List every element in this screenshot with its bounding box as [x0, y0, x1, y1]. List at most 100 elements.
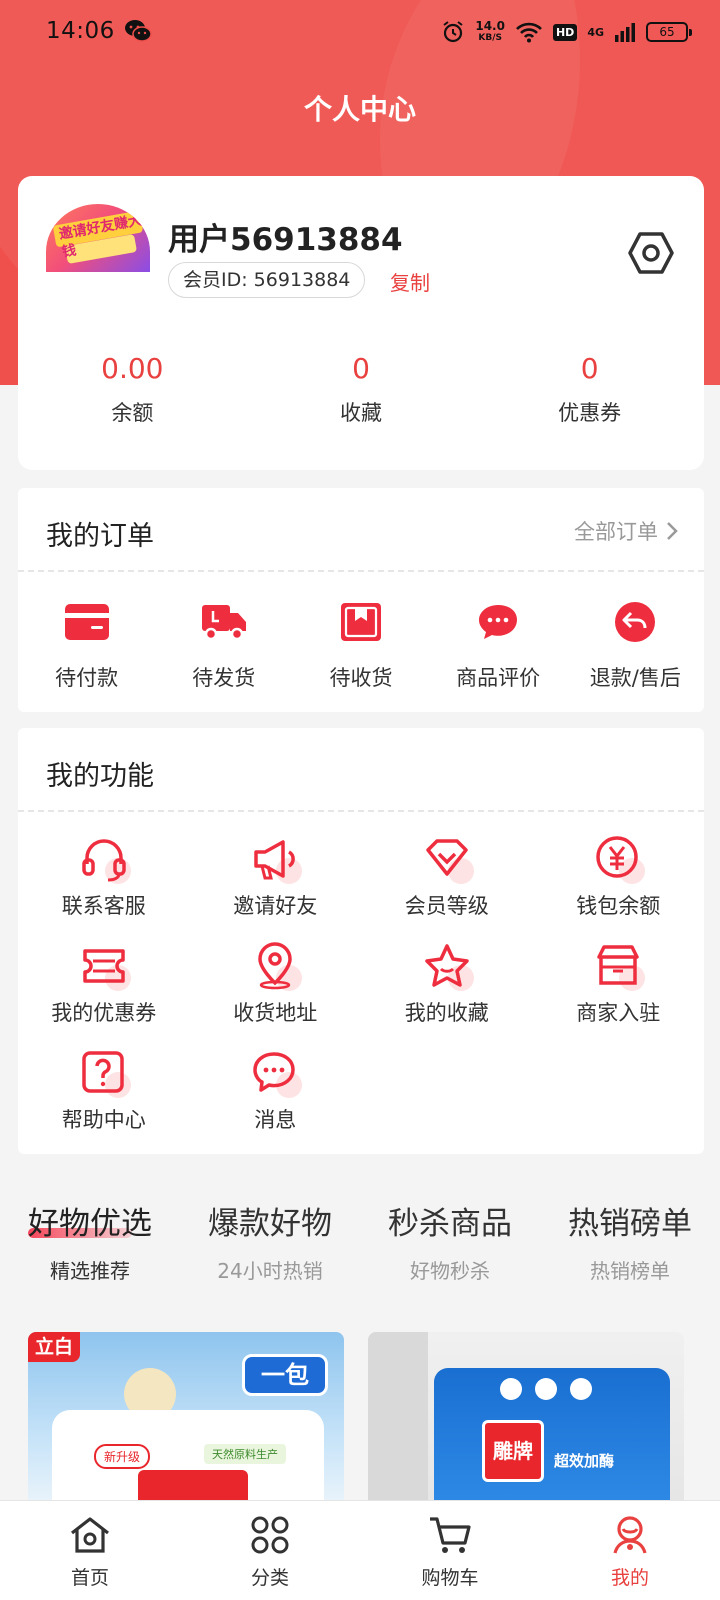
headset-icon [82, 839, 126, 882]
function-label: 商家入驻 [576, 1001, 661, 1025]
func-merchant-join[interactable]: 商家入驻 [533, 941, 705, 1048]
tab-flash-sale[interactable]: 秒杀商品 好物秒杀 [388, 1198, 512, 1284]
chevron-right-icon [667, 522, 678, 540]
status-bar: 14:06 14.0 KB/S HD 4G 65 [0, 0, 720, 64]
tab-title: 好物优选 [28, 1206, 152, 1242]
func-customer-service[interactable]: 联系客服 [18, 834, 190, 941]
home-icon [71, 1517, 109, 1553]
func-shipping-address[interactable]: 收货地址 [190, 941, 362, 1048]
product-tag: 超效加酶 [554, 1452, 615, 1470]
tab-bestsellers[interactable]: 热销磅单 热销榜单 [568, 1198, 692, 1284]
func-messages[interactable]: 消息 [190, 1048, 362, 1155]
function-label: 联系客服 [61, 894, 146, 918]
nav-label: 购物车 [421, 1567, 479, 1589]
func-help-center[interactable]: 帮助中心 [18, 1048, 190, 1155]
section-title: 我的订单 [46, 521, 154, 552]
stat-favorites[interactable]: 0 收藏 [247, 352, 476, 427]
coupon-icon [83, 949, 125, 983]
order-refund[interactable]: 退款/售后 [567, 602, 704, 692]
stat-value: 0 [580, 352, 599, 385]
tab-hot-items[interactable]: 爆款好物 24小时热销 [208, 1198, 332, 1284]
tab-subtitle: 热销榜单 [590, 1259, 670, 1283]
stat-label: 优惠券 [558, 401, 622, 425]
return-icon [615, 602, 656, 642]
nav-category[interactable]: 分类 [180, 1501, 360, 1600]
function-label: 帮助中心 [61, 1108, 146, 1132]
wechat-icon [125, 20, 152, 42]
member-id-badge: 会员ID: 56913884 [168, 262, 366, 298]
location-pin-icon [258, 942, 293, 990]
tab-title: 热销磅单 [568, 1206, 692, 1242]
nav-home[interactable]: 首页 [0, 1501, 180, 1600]
functions-grid: 联系客服 邀请好友 会员等级 钱包余额 我的优惠券 收货地址 我的收藏 商家入驻… [18, 834, 704, 1155]
nav-label: 我的 [610, 1567, 649, 1589]
tab-subtitle: 好物秒杀 [410, 1259, 490, 1283]
order-item-label: 退款/售后 [589, 666, 681, 690]
net-speed-value: 14.0 [475, 19, 505, 33]
function-label: 我的优惠券 [51, 1001, 157, 1025]
bottom-nav: 首页 分类 购物车 我的 [0, 1500, 720, 1600]
divider [18, 810, 704, 812]
product-tag: 新升级 [94, 1444, 151, 1469]
divider [18, 570, 704, 572]
section-title: 我的功能 [46, 761, 154, 792]
avatar-text: 邀请好友赚大钱 [57, 212, 144, 261]
order-item-label: 待收货 [329, 666, 393, 690]
product-brand: 立白 [28, 1332, 80, 1362]
function-label: 邀请好友 [233, 894, 318, 918]
stat-label: 余额 [111, 401, 154, 425]
order-status-row: 待付款 待发货 待收货 商品评价 退款/售后 [18, 602, 704, 692]
nav-label: 首页 [70, 1567, 109, 1589]
wifi-icon [516, 22, 542, 43]
function-label: 钱包余额 [576, 894, 661, 918]
order-pending-receipt[interactable]: 待收货 [292, 602, 429, 692]
page-title: 个人中心 [303, 93, 416, 126]
product-tag-secondary: 天然原料生产 [204, 1444, 286, 1464]
signal-icon [615, 23, 635, 42]
func-my-coupons[interactable]: 我的优惠券 [18, 941, 190, 1048]
orders-card: 我的订单 全部订单 待付款 待发货 待收货 商品评价 退款/售后 [18, 488, 704, 712]
settings-icon[interactable] [628, 230, 674, 276]
yen-coin-icon [596, 836, 638, 878]
avatar[interactable]: 邀请好友赚大钱 [46, 204, 150, 272]
chat-bubble-icon [479, 605, 518, 639]
net-speed-unit: KB/S [478, 33, 502, 43]
copy-button[interactable]: 复制 [390, 267, 430, 296]
order-review[interactable]: 商品评价 [430, 602, 567, 692]
product-badge: 一包 [242, 1354, 328, 1396]
username: 用户56913884 [168, 222, 403, 258]
star-icon [425, 944, 469, 987]
func-member-level[interactable]: 会员等级 [361, 834, 533, 941]
hd-badge: HD [552, 23, 578, 41]
card-icon [64, 604, 109, 640]
product-card[interactable]: 立白 一包 新升级 天然原料生产 [28, 1332, 344, 1500]
stat-coupons[interactable]: 0 优惠券 [475, 352, 704, 427]
func-invite-friends[interactable]: 邀请好友 [190, 834, 362, 941]
stat-value: 0 [352, 352, 370, 385]
product-logo [138, 1470, 248, 1500]
status-indicators: 14.0 KB/S HD 4G 65 [441, 14, 692, 50]
product-brand: 雕牌 [482, 1420, 544, 1482]
nav-cart[interactable]: 购物车 [360, 1501, 540, 1600]
all-orders-link[interactable]: 全部订单 [574, 516, 678, 546]
func-wallet-balance[interactable]: 钱包余额 [533, 834, 705, 941]
tab-featured[interactable]: 好物优选 精选推荐 [28, 1198, 152, 1284]
cart-icon [430, 1517, 471, 1553]
tab-title-wrap: 好物优选 [28, 1198, 152, 1243]
status-time: 14:06 [46, 18, 115, 44]
order-pending-shipment[interactable]: 待发货 [155, 602, 292, 692]
stat-balance[interactable]: 0.00 余额 [18, 352, 247, 427]
nav-mine[interactable]: 我的 [540, 1501, 720, 1600]
user-icon [613, 1516, 647, 1554]
func-my-favorites[interactable]: 我的收藏 [361, 941, 533, 1048]
order-pending-payment[interactable]: 待付款 [18, 602, 155, 692]
product-card[interactable]: 雕牌 超效加酶 [368, 1332, 684, 1500]
stat-label: 收藏 [340, 401, 382, 425]
diamond-icon [426, 839, 468, 876]
tab-subtitle: 24小时热销 [217, 1259, 323, 1283]
network-speed: 14.0 KB/S [475, 20, 505, 44]
order-item-label: 商品评价 [456, 666, 541, 690]
store-icon [597, 945, 639, 985]
order-item-label: 待付款 [55, 666, 119, 690]
profile-card: 邀请好友赚大钱 用户56913884 会员ID: 56913884 复制 0.0… [18, 176, 704, 470]
